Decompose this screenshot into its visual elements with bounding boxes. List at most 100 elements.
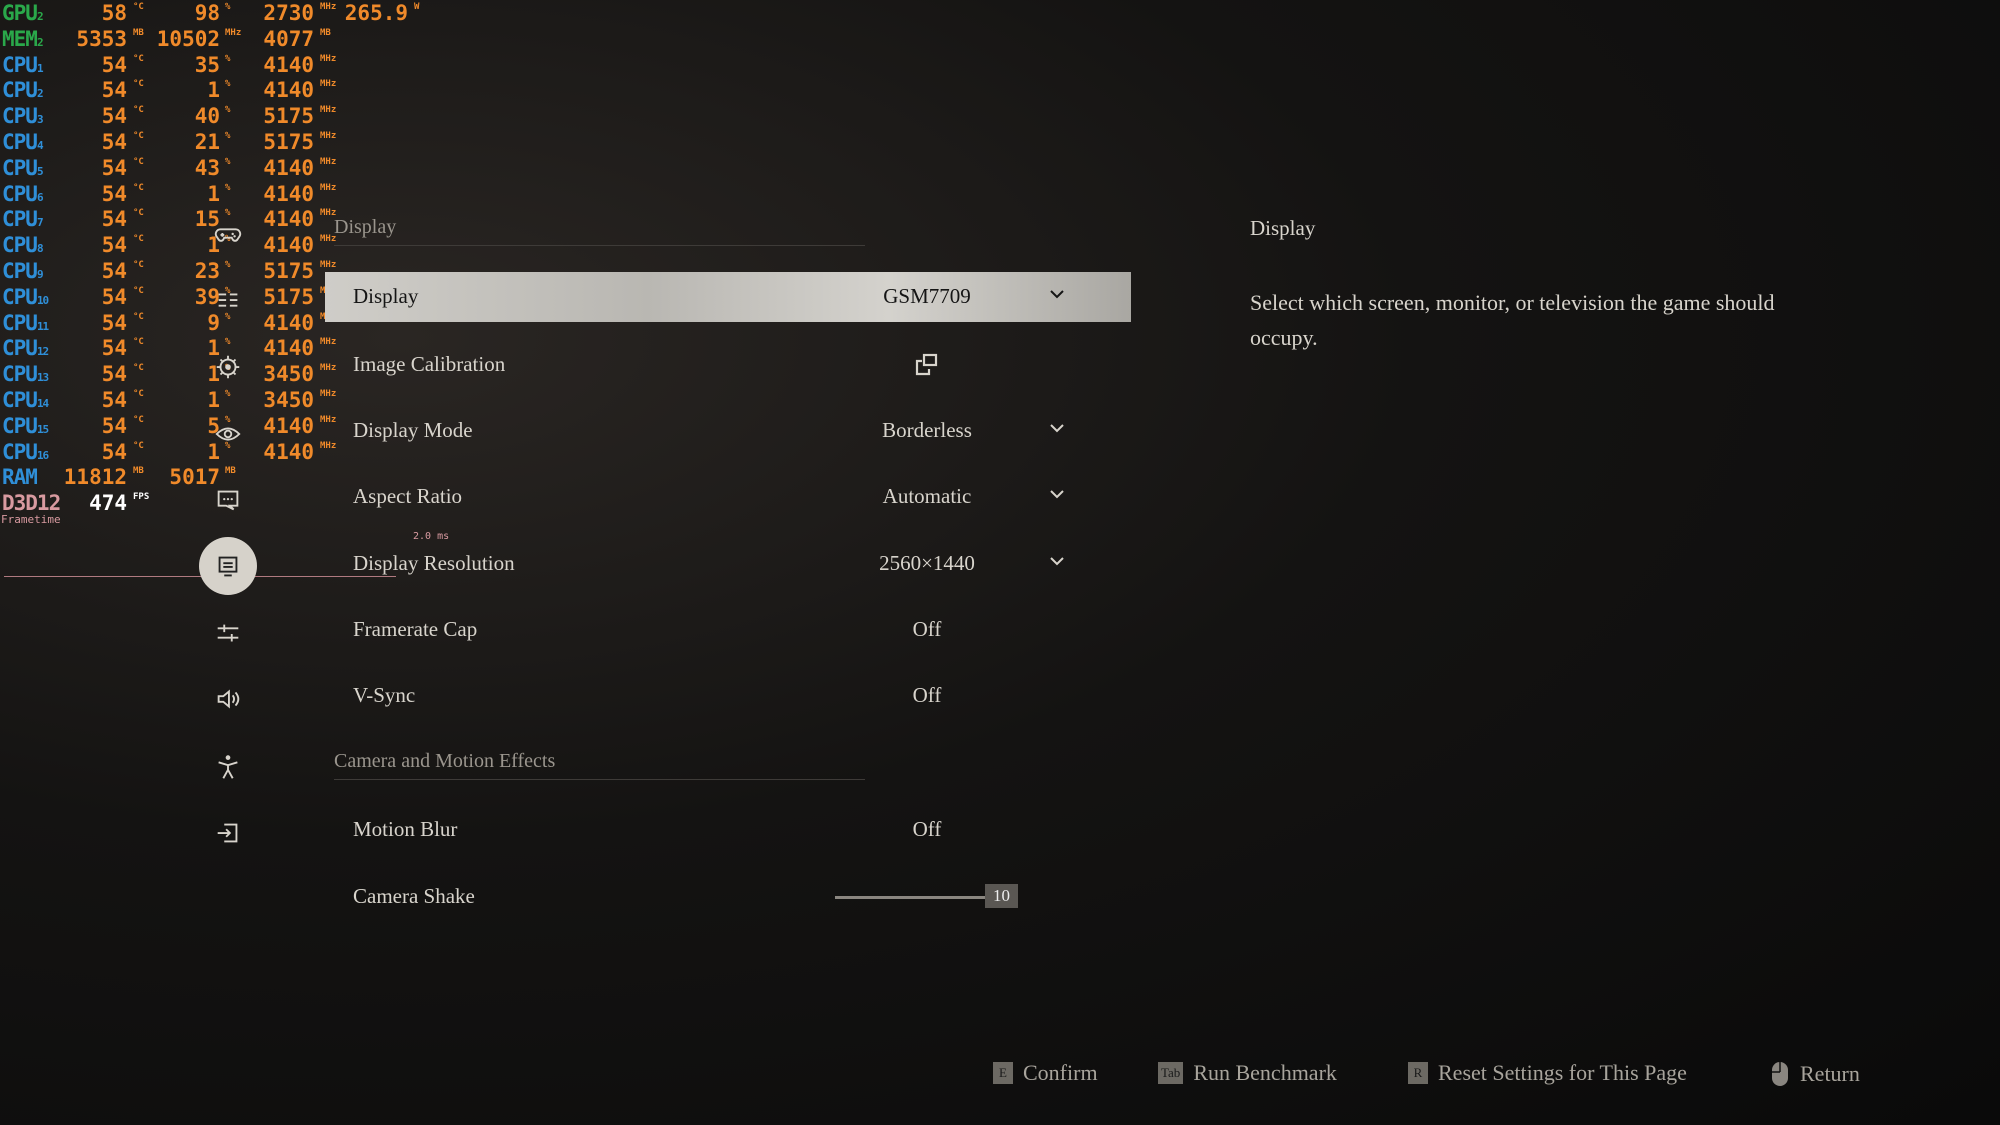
setting-value[interactable]: Automatic [827,484,1027,509]
setting-value[interactable]: Off [827,617,1027,642]
overlay-value: 5353 [76,26,127,51]
sidebar-tab-exit[interactable] [206,811,250,855]
overlay-value: 54 [101,284,127,309]
sidebar-tab-controls-list[interactable] [206,278,250,322]
setting-value[interactable]: GSM7709 [827,284,1027,309]
overlay-value: 4140 [263,52,314,77]
overlay-value: 54 [101,78,127,103]
setting-label: Motion Blur [353,817,458,841]
camera-shake-slider[interactable] [835,896,985,899]
sidebar-tab-gamepad[interactable] [206,211,250,255]
overlay-value: 54 [101,388,127,412]
overlay-value: 4077 [263,26,314,51]
slider-value: 10 [985,884,1018,908]
footer-label: Reset Settings for This Page [1438,1060,1687,1085]
overlay-unit: MHz [320,79,337,90]
overlay-value: 54 [101,52,127,77]
setting-value[interactable]: Borderless [827,418,1027,443]
footer-action-return[interactable]: Return [1770,1060,1860,1088]
external-window-icon [915,353,938,376]
overlay-value: 1 [207,78,220,103]
setting-row-display-mode[interactable]: Display Mode Borderless [325,406,1131,456]
overlay-unit: °C [133,53,144,64]
display-icon [218,556,238,577]
setting-value[interactable]: Off [827,817,1027,842]
setting-value[interactable]: 2560×1440 [827,551,1027,576]
overlay-row: CPU5 54 °C 43% 4140 MHz [0,155,440,181]
overlay-value: 54 [101,413,127,438]
overlay-unit: °C [133,440,144,451]
overlay-row: CPU4 54 °C 21% 5175 MHz [0,129,440,155]
overlay-value: 2730 [263,1,314,25]
overlay-unit: % [225,389,231,399]
overlay-value: 10502 [156,26,220,51]
sidebar-tab-gear[interactable] [206,345,250,389]
exit-icon [217,823,238,843]
footer-action-confirm[interactable]: E Confirm [993,1060,1098,1086]
overlay-unit: °C [133,79,144,90]
overlay-value: 5175 [263,284,314,309]
setting-row-motion-blur[interactable]: Motion Blur Off [325,805,1131,855]
info-description: Select which screen, monitor, or televis… [1250,290,1775,350]
overlay-value: 54 [101,259,127,283]
overlay-value: 4140 [263,336,314,361]
overlay-row: GPU2 58 °C 98% 2730 MHz 265.9 W [0,0,440,26]
gear-icon [216,355,240,379]
setting-row-aspect-ratio[interactable]: Aspect Ratio Automatic [325,472,1131,522]
sidebar-tab-chat[interactable] [206,478,250,522]
overlay-value: 1 [207,181,220,206]
setting-label: Camera Shake [353,884,475,908]
open-calibration-button[interactable] [827,352,1027,384]
chevron-down-icon [1050,290,1064,299]
sidebar-tab-sliders[interactable] [206,611,250,655]
overlay-value: 40 [194,104,220,129]
info-title: Display [1250,216,1316,240]
setting-row-display[interactable]: Display GSM7709 [325,272,1131,322]
overlay-unit: MB [133,466,144,477]
key-hint-icon: E [993,1062,1013,1084]
gamepad-icon [214,228,242,242]
sidebar-tab-accessibility[interactable] [206,745,250,789]
setting-label: Display Resolution [353,551,515,575]
overlay-row: CPU1 54 °C 35% 4140 MHz [0,52,440,78]
overlay-unit: MB [225,466,236,477]
setting-row-framerate-cap[interactable]: Framerate Cap Off [325,605,1131,655]
footer-label: Confirm [1023,1060,1098,1085]
overlay-value: 54 [101,310,127,335]
overlay-unit: °C [133,2,144,12]
overlay-value: 54 [101,336,127,361]
overlay-value: 11812 [63,465,127,490]
overlay-unit: MHz [320,105,337,116]
overlay-unit: MHz [320,131,337,141]
overlay-unit: MHz [320,53,337,64]
footer-action-reset-settings-for-this-page[interactable]: R Reset Settings for This Page [1408,1060,1687,1086]
setting-row-camera-shake[interactable]: Camera Shake 10 [325,872,1131,922]
overlay-value: 54 [101,439,127,464]
sidebar-tab-speaker[interactable] [206,677,250,721]
chevron-down-icon [1050,424,1064,433]
overlay-value: 98 [194,1,220,25]
overlay-unit: °C [133,414,144,425]
mouse-icon [1772,1062,1788,1086]
sidebar-tab-eye[interactable] [206,412,250,456]
overlay-unit: °C [133,311,144,322]
sidebar-tab-display[interactable] [199,537,257,595]
setting-row-display-resolution[interactable]: Display Resolution 2560×1440 [325,539,1131,589]
overlay-unit: MHz [320,182,337,193]
footer-label: Return [1800,1061,1860,1086]
overlay-value: 35 [194,52,220,77]
overlay-unit: °C [133,285,144,296]
overlay-value: 21 [194,130,220,154]
overlay-unit: °C [133,156,144,167]
setting-row-v-sync[interactable]: V-Sync Off [325,671,1131,721]
setting-row-image-calibration[interactable]: Image Calibration [325,340,1131,390]
footer-action-run-benchmark[interactable]: Tab Run Benchmark [1158,1060,1337,1086]
overlay-unit: °C [133,260,144,270]
overlay-unit: MHz [320,2,337,12]
setting-label: Display [353,284,419,308]
setting-value[interactable]: Off [827,683,1027,708]
overlay-value: 58 [101,1,127,25]
overlay-value: 4140 [263,155,314,180]
overlay-unit: % [225,53,231,64]
overlay-value: 54 [101,181,127,206]
